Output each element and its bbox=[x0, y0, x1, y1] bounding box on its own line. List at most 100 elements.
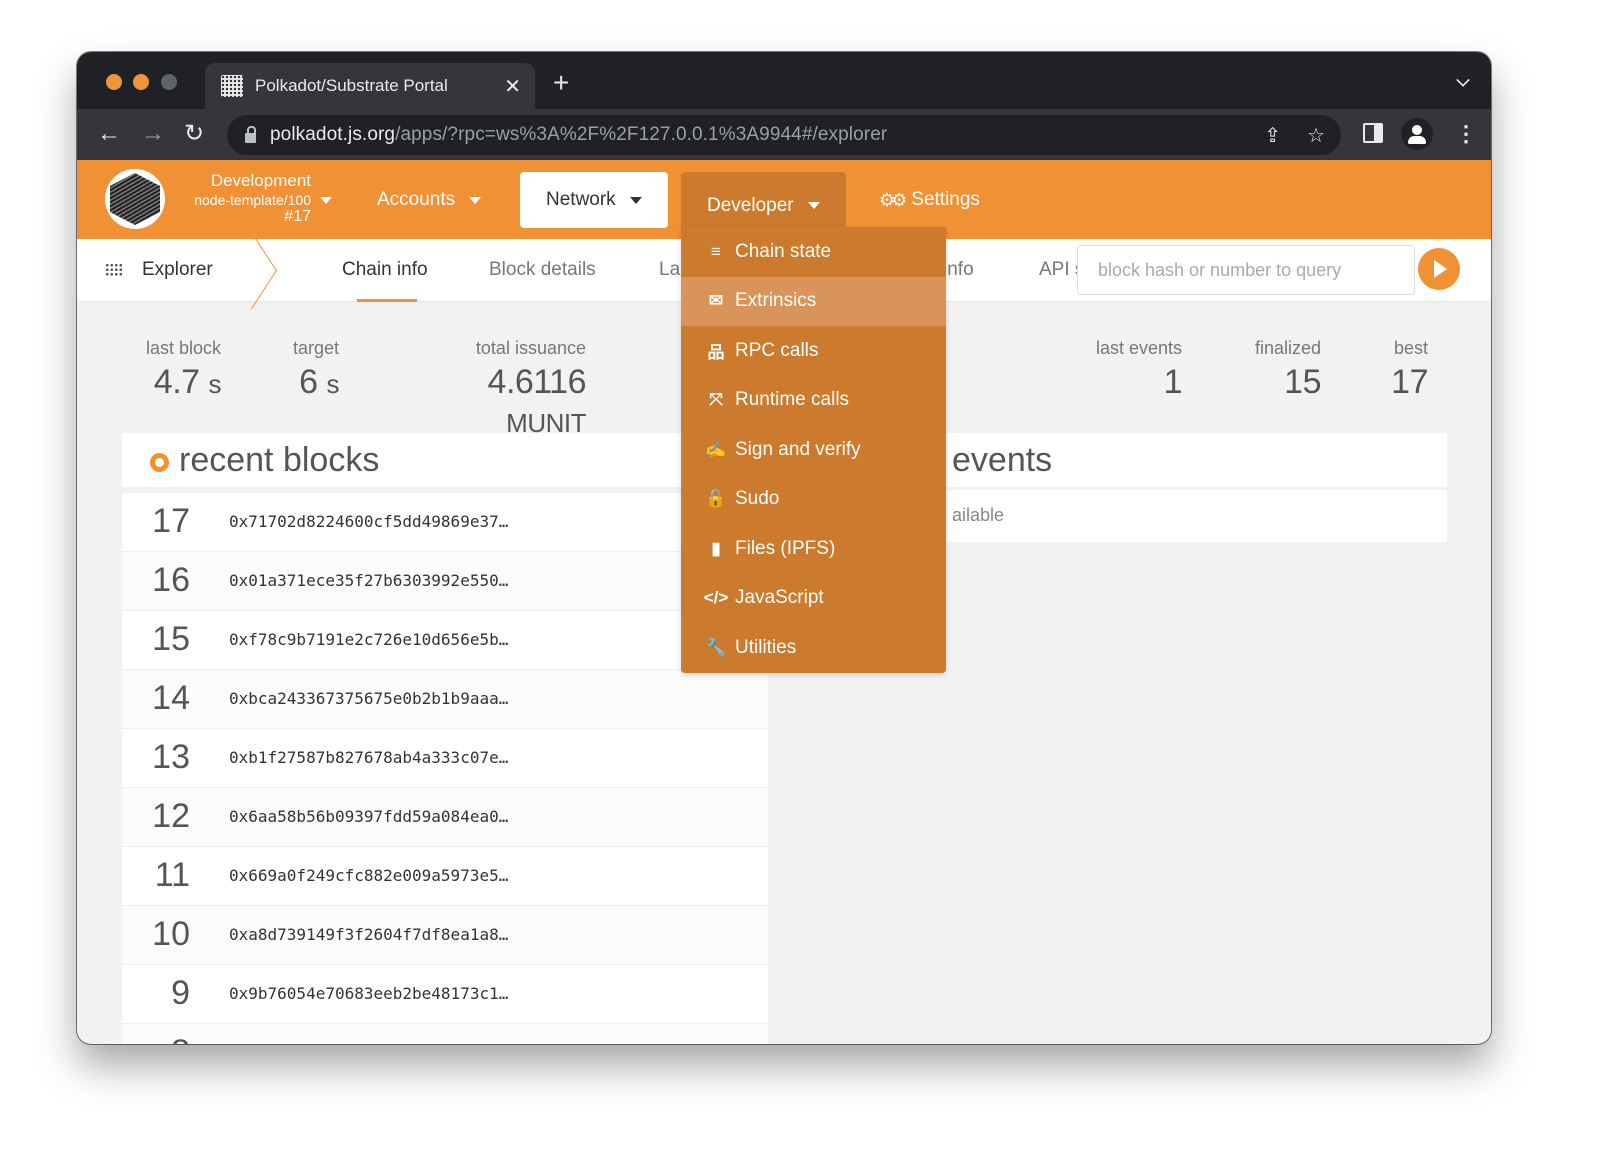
chain-name: Development bbox=[210, 171, 311, 190]
url-text[interactable]: polkadot.js.org/apps/?rpc=ws%3A%2F%2F127… bbox=[270, 124, 887, 146]
signature-icon: ✍ bbox=[705, 439, 727, 459]
wrench-icon: 🔧 bbox=[705, 637, 727, 657]
block-row[interactable]: 15 0xf78c9b7191e2c726e10d656e5b… bbox=[122, 611, 768, 670]
menu-settings-label: Settings bbox=[911, 189, 980, 210]
reload-icon[interactable]: ↻ bbox=[184, 119, 204, 149]
block-number: 12 bbox=[152, 797, 190, 835]
stat-label: last block bbox=[145, 338, 221, 358]
menu-item-javascript[interactable]: </> JavaScript bbox=[681, 574, 946, 624]
block-row[interactable]: 12 0x6aa58b56b09397fdd59a084ea0… bbox=[122, 788, 768, 847]
tab-search-chevron-icon[interactable] bbox=[1456, 73, 1470, 87]
menu-item-label: Extrinsics bbox=[735, 290, 817, 312]
envelope-open-icon: ✉ bbox=[708, 291, 724, 311]
block-hash-link[interactable]: 0xbca243367375675e0b2b1b9aaa… bbox=[229, 689, 508, 708]
breadcrumb-chevron bbox=[251, 233, 295, 309]
stat-value: 17 bbox=[1391, 363, 1428, 401]
menu-item-label: JavaScript bbox=[735, 587, 824, 609]
menu-network[interactable]: Network bbox=[520, 172, 668, 228]
stat-last-events: last events 1 bbox=[1082, 338, 1183, 402]
stat-finalized: finalized 15 bbox=[1242, 338, 1322, 402]
chain-logo[interactable] bbox=[105, 169, 165, 229]
maximize-window-button[interactable] bbox=[161, 74, 177, 90]
new-tab-icon[interactable]: + bbox=[553, 69, 569, 97]
back-arrow-icon[interactable]: ← bbox=[97, 119, 121, 149]
block-row[interactable]: 9 0x9b76054e70683eeb2be48173c1… bbox=[122, 965, 768, 1024]
code-icon: </> bbox=[703, 588, 729, 608]
block-row[interactable]: 14 0xbca243367375675e0b2b1b9aaa… bbox=[122, 670, 768, 729]
tab-latency[interactable]: La bbox=[659, 259, 680, 281]
menu-item-utilities[interactable]: 🔧 Utilities bbox=[681, 623, 946, 673]
close-window-button[interactable] bbox=[106, 74, 122, 90]
tab-title: Polkadot/Substrate Portal bbox=[255, 76, 448, 95]
block-query-input[interactable] bbox=[1077, 245, 1415, 295]
block-row[interactable]: 13 0xb1f27587b827678ab4a333c07e… bbox=[122, 729, 768, 788]
node-version: node-template/100 bbox=[194, 192, 311, 208]
side-panel-icon[interactable] bbox=[1363, 123, 1383, 143]
menu-item-runtime-calls[interactable]: ⤧ Runtime calls bbox=[681, 376, 946, 426]
bookmark-star-icon[interactable]: ☆ bbox=[1307, 123, 1325, 148]
ring-icon bbox=[150, 453, 169, 472]
stat-label: total issuance bbox=[475, 338, 586, 358]
menu-item-sudo[interactable]: 🔓 Sudo bbox=[681, 475, 946, 525]
tab-chain-info[interactable]: Chain info bbox=[342, 259, 428, 281]
address-bar[interactable]: polkadot.js.org/apps/?rpc=ws%3A%2F%2F127… bbox=[227, 115, 1341, 155]
query-play-button[interactable] bbox=[1418, 248, 1460, 290]
chain-selector[interactable]: Development node-template/100 #17 bbox=[177, 171, 311, 226]
menu-item-label: Chain state bbox=[735, 240, 832, 262]
block-hash-link[interactable]: 0x01a371ece35f27b6303992e550… bbox=[229, 571, 508, 590]
tab-node-info[interactable]: info bbox=[943, 259, 974, 281]
menu-accounts-label: Accounts bbox=[377, 189, 456, 210]
stat-unit: s bbox=[326, 369, 340, 399]
stat-value: 4.7 s bbox=[139, 363, 222, 402]
network-wired-icon: 品 bbox=[707, 343, 725, 363]
caret-down-icon bbox=[469, 196, 482, 204]
close-tab-icon[interactable]: ✕ bbox=[504, 74, 521, 99]
stat-number: 4.6116 bbox=[487, 363, 587, 401]
share-icon[interactable]: ⇪ bbox=[1264, 123, 1281, 148]
lock-icon[interactable] bbox=[245, 125, 256, 143]
stat-number: 6 bbox=[299, 363, 318, 401]
kebab-menu-icon[interactable]: ⋮ bbox=[1455, 118, 1477, 150]
block-hash-link[interactable]: 0x6aa58b56b09397fdd59a084ea0… bbox=[229, 807, 508, 826]
stat-value: 15 bbox=[1284, 363, 1321, 401]
block-row[interactable]: 16 0x01a371ece35f27b6303992e550… bbox=[122, 552, 768, 611]
stat-unit: s bbox=[208, 369, 222, 399]
polkadot-favicon-icon bbox=[221, 75, 243, 97]
block-hash-link[interactable]: 0x669a0f249cfc882e009a5973e5… bbox=[229, 866, 508, 885]
block-number: 14 bbox=[152, 679, 190, 717]
forward-arrow-icon[interactable]: → bbox=[141, 119, 165, 149]
apps-grid-icon bbox=[105, 263, 123, 276]
block-number: 9 bbox=[171, 974, 190, 1012]
block-hash-link[interactable]: 0xa8d739149f3f2604f7df8ea1a8… bbox=[229, 925, 508, 944]
menu-settings[interactable]: ⚙⚙ Settings bbox=[853, 172, 1006, 228]
stat-label: best bbox=[1393, 338, 1428, 358]
tab-block-details[interactable]: Block details bbox=[489, 259, 596, 281]
menu-item-rpc-calls[interactable]: 品 RPC calls bbox=[681, 326, 946, 376]
stat-label: target bbox=[292, 338, 339, 358]
block-hash-link[interactable]: 0x9b76054e70683eeb2be48173c1… bbox=[229, 984, 508, 1003]
block-row[interactable]: 8 bbox=[122, 1024, 768, 1044]
block-hash-link[interactable]: 0xb1f27587b827678ab4a333c07e… bbox=[229, 748, 508, 767]
chain-caret-down-icon[interactable] bbox=[320, 197, 332, 204]
block-row[interactable]: 17 0x71702d8224600cf5dd49869e37… bbox=[122, 493, 768, 552]
browser-tab[interactable]: Polkadot/Substrate Portal ✕ bbox=[205, 63, 535, 109]
browser-toolbar: ← → ↻ polkadot.js.org/apps/?rpc=ws%3A%2F… bbox=[77, 109, 1491, 160]
block-row[interactable]: 10 0xa8d739149f3f2604f7df8ea1a8… bbox=[122, 906, 768, 965]
block-hash-link[interactable]: 0xf78c9b7191e2c726e10d656e5b… bbox=[229, 630, 508, 649]
menu-item-label: Sign and verify bbox=[735, 438, 861, 460]
block-number: 8 bbox=[122, 1033, 190, 1044]
block-hash-link[interactable]: 0x71702d8224600cf5dd49869e37… bbox=[229, 512, 508, 531]
menu-accounts[interactable]: Accounts bbox=[351, 172, 507, 228]
menu-item-chain-state[interactable]: ≡ Chain state bbox=[681, 227, 946, 277]
minimize-window-button[interactable] bbox=[133, 74, 149, 90]
block-number: 15 bbox=[152, 620, 190, 658]
menu-developer-label: Developer bbox=[707, 194, 794, 216]
block-row[interactable]: 11 0x669a0f249cfc882e009a5973e5… bbox=[122, 847, 768, 906]
block-number: 13 bbox=[152, 738, 190, 776]
compress-arrows-icon: ⤧ bbox=[709, 390, 723, 410]
profile-avatar-icon[interactable] bbox=[1401, 118, 1433, 150]
menu-item-sign-and-verify[interactable]: ✍ Sign and verify bbox=[681, 425, 946, 475]
substrate-logo-icon bbox=[110, 173, 160, 225]
menu-item-extrinsics[interactable]: ✉ Extrinsics bbox=[681, 276, 946, 326]
menu-item-files-ipfs[interactable]: ▮ Files (IPFS) bbox=[681, 524, 946, 574]
